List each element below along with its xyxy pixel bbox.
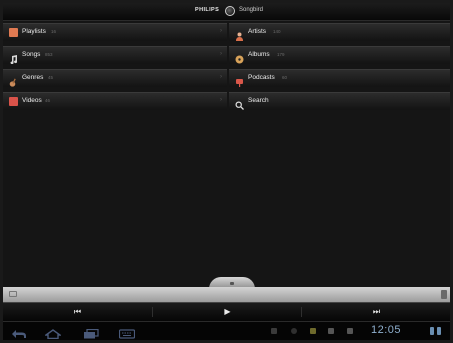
menu-label: Albums [248, 51, 270, 58]
menu-item-albums[interactable]: Albums 179 [229, 46, 450, 64]
play-button[interactable]: ▶ [153, 303, 302, 321]
menu-item-genres[interactable]: Genres 45 › [3, 69, 227, 87]
menu-count: 16 [51, 29, 57, 34]
menu-count: 140 [273, 29, 281, 34]
guitar-icon [9, 74, 18, 87]
video-icon [9, 97, 18, 106]
usb-icon [271, 328, 277, 334]
back-icon[interactable] [11, 326, 27, 338]
play-icon: ▶ [224, 307, 231, 316]
menu-label: Search [248, 97, 269, 104]
playback-controls: ⏮ ▶ ⏭ [3, 303, 450, 322]
system-bar: 12:05 [3, 322, 450, 340]
volume-icon[interactable] [441, 290, 447, 299]
menu-count: 45 [48, 75, 54, 80]
menu-label: Genres [22, 74, 44, 81]
menu-label: Songs [22, 51, 41, 58]
person-icon [235, 28, 244, 41]
clock: 12:05 [371, 324, 402, 336]
notification-icon [310, 328, 316, 334]
menu-label: Artists [248, 28, 267, 35]
disc-icon [235, 51, 244, 64]
music-note-icon [9, 51, 18, 65]
menu-item-videos[interactable]: Videos 46 › [3, 92, 227, 110]
title-bar: PHILIPS Songbird [3, 3, 450, 21]
handle-grip-icon [230, 282, 234, 285]
now-playing-bar[interactable] [3, 287, 450, 303]
battery-icon [437, 327, 441, 335]
brand-label: PHILIPS [195, 7, 220, 13]
keyboard-icon[interactable] [118, 326, 136, 339]
app-name: Songbird [239, 7, 264, 13]
menu-count: 179 [277, 52, 285, 57]
chevron-right-icon: › [220, 51, 222, 57]
wifi-icon [430, 327, 434, 335]
playlist-icon [9, 28, 18, 37]
menu-label: Videos [22, 97, 42, 104]
menu-label: Playlists [22, 28, 46, 35]
menu-item-artists[interactable]: Artists 140 [229, 23, 450, 41]
chevron-right-icon: › [220, 28, 222, 34]
menu-count: 46 [45, 98, 51, 103]
app-window: PHILIPS Songbird Playlists 16 › Songs 85… [3, 3, 450, 340]
search-icon [235, 97, 244, 110]
now-playing-icon [9, 291, 17, 297]
menu-item-podcasts[interactable]: Podcasts 60 [229, 69, 450, 87]
menu-item-songs[interactable]: Songs 853 › [3, 46, 227, 65]
menu-label: Podcasts [248, 74, 275, 81]
recent-apps-icon[interactable] [83, 326, 99, 339]
chevron-right-icon: › [220, 97, 222, 103]
songbird-logo-icon [225, 6, 235, 16]
menu-item-search[interactable]: Search [229, 92, 450, 110]
previous-track-button[interactable]: ⏮ [3, 303, 152, 321]
next-track-button[interactable]: ⏭ [302, 303, 450, 321]
menu-count: 60 [282, 75, 288, 80]
menu-item-playlists[interactable]: Playlists 16 › [3, 23, 227, 41]
home-icon[interactable] [43, 326, 63, 340]
chevron-right-icon: › [220, 74, 222, 80]
media-icon [328, 328, 334, 334]
podcast-icon [235, 74, 244, 87]
previous-icon: ⏮ [73, 307, 82, 316]
sync-icon [291, 328, 297, 334]
storage-icon [347, 328, 353, 334]
next-icon: ⏭ [372, 307, 381, 316]
menu-count: 853 [45, 52, 53, 57]
